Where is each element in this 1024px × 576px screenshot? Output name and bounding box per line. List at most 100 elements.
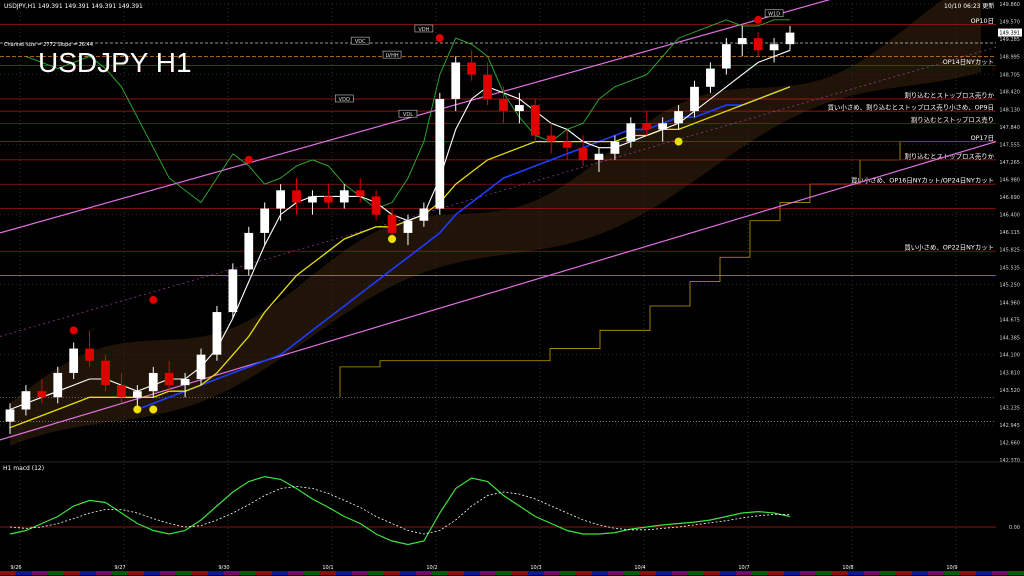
- chart-title: USDJPY H1: [38, 47, 192, 78]
- level-label: 買い小さめ、割り込むとストップロス売り小さめ、OP9日: [828, 103, 994, 112]
- time-tape-segment: [480, 571, 496, 575]
- price-chart[interactable]: OP10日 OP14日NYカット割り込むとストップロス売りか買い小さめ、割り込むと…: [0, 0, 1024, 576]
- time-tick-label: 10/2: [426, 565, 437, 571]
- candle-body: [5, 409, 15, 422]
- candle-body: [578, 147, 588, 160]
- symbol-info: USDJPY,H1 149.391 149.391 149.391 149.39…: [4, 3, 143, 10]
- time-tape-segment: [816, 571, 832, 575]
- level-box-label: VDL: [403, 112, 413, 118]
- candle-body: [499, 98, 508, 112]
- time-tape-segment: [208, 571, 224, 575]
- time-tape-segment: [400, 571, 416, 575]
- candle-body: [658, 123, 668, 130]
- time-tick-label: 9/26: [10, 565, 21, 571]
- time-tape-segment: [720, 571, 736, 575]
- time-tape-segment: [544, 571, 560, 575]
- time-tape-segment: [240, 571, 256, 575]
- candle-body: [69, 348, 79, 373]
- time-tape-segment: [96, 571, 112, 575]
- candle-body: [371, 196, 381, 215]
- price-tick-label: 142.370: [999, 458, 1020, 464]
- candle-body: [292, 190, 301, 203]
- candle-body: [785, 32, 795, 45]
- time-tape-segment: [832, 571, 848, 575]
- time-tape: [0, 571, 1024, 575]
- price-tick-label: 149.570: [999, 20, 1020, 26]
- time-tape-segment: [288, 571, 304, 575]
- time-tick-label: 10/3: [530, 565, 541, 571]
- time-tape-segment: [144, 571, 160, 575]
- candle-body: [546, 135, 556, 142]
- time-tape-segment: [928, 571, 944, 575]
- macd-main-line: [9, 475, 791, 546]
- price-tick-label: 148.995: [999, 55, 1020, 61]
- sell-signal-marker: [69, 326, 78, 335]
- time-tape-segment: [112, 571, 128, 575]
- macd-zero-label: 0.00: [1009, 525, 1020, 531]
- time-tape-segment: [1008, 571, 1024, 575]
- time-tape-segment: [880, 571, 896, 575]
- macd-panel: 0.00: [0, 461, 1024, 546]
- time-tape-segment: [656, 571, 672, 575]
- price-tick-label: 144.385: [999, 335, 1020, 341]
- time-tape-segment: [352, 571, 368, 575]
- time-tick-label: 10/8: [842, 565, 853, 571]
- time-tape-segment: [48, 571, 64, 575]
- time-tape-segment: [384, 571, 400, 575]
- sell-signal-marker: [754, 15, 763, 24]
- time-tape-segment: [784, 571, 800, 575]
- level-label: 割り込むとストップロス売り: [911, 115, 994, 124]
- candle-body: [228, 269, 238, 313]
- candle-body: [737, 38, 747, 45]
- candle-body: [594, 153, 604, 160]
- level-label: 買い小さめ、OP22日NYカット: [904, 243, 994, 252]
- time-tape-segment: [576, 571, 592, 575]
- price-tick-label: 142.945: [999, 423, 1020, 429]
- time-tape-segment: [688, 571, 704, 575]
- candle-body: [674, 111, 683, 124]
- candle-body: [196, 354, 206, 380]
- candle-body: [244, 232, 254, 270]
- time-tape-segment: [672, 571, 688, 575]
- candle-body: [451, 62, 461, 99]
- time-tape-segment: [704, 571, 720, 575]
- time-tape-segment: [0, 571, 16, 575]
- price-tick-label: 143.520: [999, 388, 1020, 394]
- candle-body: [515, 105, 524, 112]
- time-tape-segment: [560, 571, 576, 575]
- candle-body: [483, 74, 492, 99]
- candle-body: [467, 62, 477, 75]
- level-box-label: VDH: [418, 27, 429, 33]
- price-tick-label: 146.690: [999, 195, 1020, 201]
- sell-signal-marker: [149, 295, 158, 304]
- price-tick-label: 147.555: [999, 142, 1020, 148]
- time-tick-label: 10/1: [322, 565, 333, 571]
- candle-body: [769, 44, 779, 51]
- time-tick-label: 9/27: [114, 565, 125, 571]
- time-tape-segment: [848, 571, 864, 575]
- time-tape-segment: [944, 571, 960, 575]
- time-tape-segment: [768, 571, 784, 575]
- candle-body: [101, 360, 110, 386]
- candle-body: [387, 214, 397, 233]
- time-tape-segment: [960, 571, 976, 575]
- price-axis: 149.860 149.570 149.285 148.995 148.705 148.4…: [998, 2, 1022, 464]
- candle-body: [419, 208, 429, 221]
- time-tick-label: 10/4: [634, 565, 645, 571]
- time-tick-label: 9/30: [218, 565, 229, 571]
- time-tape-segment: [448, 571, 464, 575]
- candle-body: [642, 123, 652, 130]
- candle-body: [753, 38, 763, 51]
- price-tick-label: 146.115: [999, 230, 1020, 236]
- time-tape-segment: [496, 571, 512, 575]
- time-tape-segment: [192, 571, 208, 575]
- price-tick-label: 144.675: [999, 318, 1020, 324]
- price-tick-label: 147.840: [999, 125, 1020, 131]
- price-tick-label: 144.960: [999, 300, 1020, 306]
- time-tape-segment: [224, 571, 240, 575]
- price-tick-label: 145.535: [999, 265, 1020, 271]
- price-tick-label: 145.825: [999, 248, 1020, 254]
- time-tape-segment: [640, 571, 656, 575]
- price-tick-label: 145.250: [999, 283, 1020, 289]
- price-tick-label: 149.860: [999, 2, 1020, 8]
